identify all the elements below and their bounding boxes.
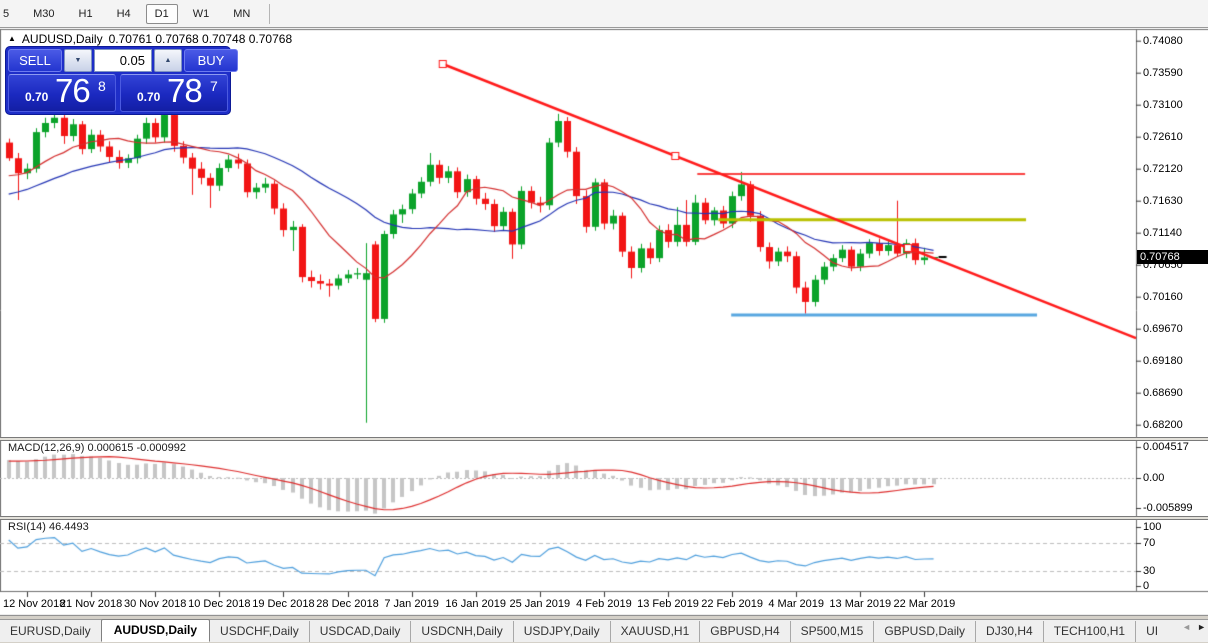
date-axis-label: 19 Dec 2018 bbox=[252, 598, 315, 610]
rsi-axis-label: 70 bbox=[1143, 537, 1156, 549]
tab-eurusd-daily[interactable]: EURUSD,Daily bbox=[0, 621, 101, 642]
buy-price-tile[interactable]: 0.70 78 7 bbox=[120, 72, 228, 112]
date-axis[interactable]: 12 Nov 2018 21 Nov 2018 30 Nov 2018 10 Dec … bbox=[0, 592, 1136, 615]
chart-tab-bar: EURUSD,Daily AUDUSD,Daily USDCHF,Daily USDC… bbox=[0, 619, 1208, 642]
buy-price-big: 78 bbox=[167, 72, 203, 109]
tab-xauusd-h1[interactable]: XAUUSD,H1 bbox=[609, 621, 700, 642]
date-axis-label: 10 Dec 2018 bbox=[188, 598, 251, 610]
timeframe-button-d1[interactable]: D1 bbox=[145, 3, 178, 24]
chevron-down-icon: ▼ bbox=[74, 57, 82, 64]
tab-usdchf-daily[interactable]: USDCHF,Daily bbox=[210, 621, 309, 642]
chart-ohlc-values: 0.70761 0.70768 0.70748 0.70768 bbox=[108, 32, 293, 46]
timeframe-button-5[interactable]: 5 bbox=[0, 4, 18, 24]
tab-sp500-m15[interactable]: SP500,M15 bbox=[789, 621, 874, 642]
tab-usdcad-daily[interactable]: USDCAD,Daily bbox=[308, 621, 411, 642]
rsi-axis-label: 100 bbox=[1143, 521, 1162, 533]
tab-ui[interactable]: UI bbox=[1135, 621, 1168, 642]
price-axis-label: 0.71140 bbox=[1143, 226, 1182, 239]
date-axis-label: 21 Nov 2018 bbox=[59, 598, 123, 610]
timeframe-toolbar: 5 M30 H1 H4 D1 W1 MN bbox=[0, 0, 1208, 28]
price-axis-label: 0.73590 bbox=[1143, 66, 1183, 79]
macd-indicator-label: MACD(12,26,9) 0.000615 -0.000992 bbox=[8, 442, 186, 454]
macd-main-value: 0.000615 bbox=[87, 442, 134, 454]
timeframe-button-h4[interactable]: H4 bbox=[108, 4, 140, 24]
toolbar-separator bbox=[269, 3, 271, 24]
date-axis-label: 25 Jan 2019 bbox=[509, 598, 571, 610]
buy-price-prefix: 0.70 bbox=[137, 90, 161, 104]
panel-splitter-macd[interactable] bbox=[0, 437, 1208, 441]
date-axis-label: 22 Mar 2019 bbox=[893, 598, 956, 610]
charts-canvas[interactable] bbox=[0, 28, 1208, 643]
price-axis-label: 0.68690 bbox=[1143, 386, 1183, 399]
rsi-axis-label: 30 bbox=[1143, 565, 1156, 577]
tab-gbpusd-h4[interactable]: GBPUSD,H4 bbox=[699, 621, 789, 642]
tab-gbpusd-daily[interactable]: GBPUSD,Daily bbox=[873, 621, 975, 642]
timeframe-button-h1[interactable]: H1 bbox=[70, 4, 102, 24]
sell-button[interactable]: SELL bbox=[8, 49, 62, 72]
price-axis-label: 0.72120 bbox=[1143, 162, 1183, 175]
macd-axis-label: 0.004517 bbox=[1143, 441, 1189, 453]
rsi-indicator-label: RSI(14) 46.4493 bbox=[8, 521, 89, 533]
price-axis-label: 0.71630 bbox=[1143, 194, 1183, 207]
sell-price-prefix: 0.70 bbox=[25, 90, 49, 104]
date-axis-label: 12 Nov 2018 bbox=[3, 598, 66, 610]
sell-price-big: 76 bbox=[55, 72, 91, 109]
rsi-axis-label: 0 bbox=[1143, 580, 1150, 592]
panel-splitter-rsi[interactable] bbox=[0, 516, 1208, 520]
buy-price-sup: 7 bbox=[210, 78, 218, 94]
trade-panel-controls: SELL ▼ ▲ BUY bbox=[8, 49, 238, 72]
date-axis-label: 7 Jan 2019 bbox=[384, 598, 439, 610]
one-click-panel-toggle-icon[interactable]: ▲ bbox=[8, 34, 16, 44]
price-axis-label: 0.74080 bbox=[1143, 34, 1183, 47]
tab-usdcnh-daily[interactable]: USDCNH,Daily bbox=[410, 621, 512, 642]
trade-price-tiles: 0.70 76 8 0.70 78 7 bbox=[8, 72, 228, 112]
price-axis-label: 0.73100 bbox=[1143, 98, 1183, 111]
current-price-badge: 0.70768 bbox=[1137, 250, 1208, 264]
tab-dj30-h4[interactable]: DJ30,H4 bbox=[975, 621, 1043, 642]
timeframe-button-w1[interactable]: W1 bbox=[184, 4, 219, 24]
date-axis-label: 4 Mar 2019 bbox=[768, 598, 825, 610]
date-axis-label: 30 Nov 2018 bbox=[123, 598, 187, 610]
sell-price-tile[interactable]: 0.70 76 8 bbox=[8, 72, 116, 112]
date-axis-label: 4 Feb 2019 bbox=[576, 598, 632, 610]
chart-header: ▲ AUDUSD,Daily 0.70761 0.70768 0.70748 0… bbox=[8, 32, 292, 46]
price-axis-label: 0.69180 bbox=[1143, 354, 1183, 367]
trading-terminal: 5 M30 H1 H4 D1 W1 MN ▲ AUDUSD,Daily 0.70761 0.… bbox=[0, 0, 1208, 643]
timeframe-button-mn[interactable]: MN bbox=[224, 4, 259, 24]
tab-scroll-controls: ◄ ► bbox=[1182, 622, 1206, 632]
tab-scroll-right-icon[interactable]: ► bbox=[1197, 622, 1206, 632]
one-click-trade-panel: SELL ▼ ▲ BUY 0.70 76 8 0.70 78 7 bbox=[6, 47, 238, 114]
timeframe-button-m30[interactable]: M30 bbox=[24, 4, 63, 24]
tab-scroll-left-icon[interactable]: ◄ bbox=[1182, 622, 1191, 632]
date-axis-label: 22 Feb 2019 bbox=[701, 598, 763, 610]
price-axis-label: 0.69670 bbox=[1143, 322, 1183, 335]
volume-input[interactable] bbox=[94, 49, 152, 72]
macd-axis-label: -0.005899 bbox=[1143, 502, 1193, 514]
volume-increase-button[interactable]: ▲ bbox=[154, 49, 182, 72]
tab-audusd-daily[interactable]: AUDUSD,Daily bbox=[100, 619, 211, 642]
price-axis-label: 0.72610 bbox=[1143, 130, 1183, 143]
date-axis-label: 13 Feb 2019 bbox=[637, 598, 699, 610]
macd-signal-value: -0.000992 bbox=[136, 442, 186, 454]
date-axis-label: 13 Mar 2019 bbox=[829, 598, 892, 610]
tab-tech100-h1[interactable]: TECH100,H1 bbox=[1042, 621, 1135, 642]
date-axis-label: 28 Dec 2018 bbox=[316, 598, 379, 610]
tab-usdjpy-daily[interactable]: USDJPY,Daily bbox=[512, 621, 610, 642]
chart-symbol-label: AUDUSD,Daily bbox=[21, 32, 103, 46]
price-axis-label: 0.68200 bbox=[1143, 418, 1183, 431]
chevron-up-icon: ▲ bbox=[164, 57, 172, 64]
price-axis-label: 0.70160 bbox=[1143, 290, 1183, 303]
buy-button[interactable]: BUY bbox=[184, 49, 238, 72]
price-axis[interactable]: 0.74080 0.73590 0.73100 0.72610 0.72120 0.716… bbox=[1136, 28, 1208, 592]
macd-axis-label: 0.00 bbox=[1143, 472, 1165, 484]
sell-price-sup: 8 bbox=[98, 78, 106, 94]
volume-decrease-button[interactable]: ▼ bbox=[64, 49, 92, 72]
rsi-value: 46.4493 bbox=[48, 521, 89, 533]
date-axis-label: 16 Jan 2019 bbox=[445, 598, 506, 610]
